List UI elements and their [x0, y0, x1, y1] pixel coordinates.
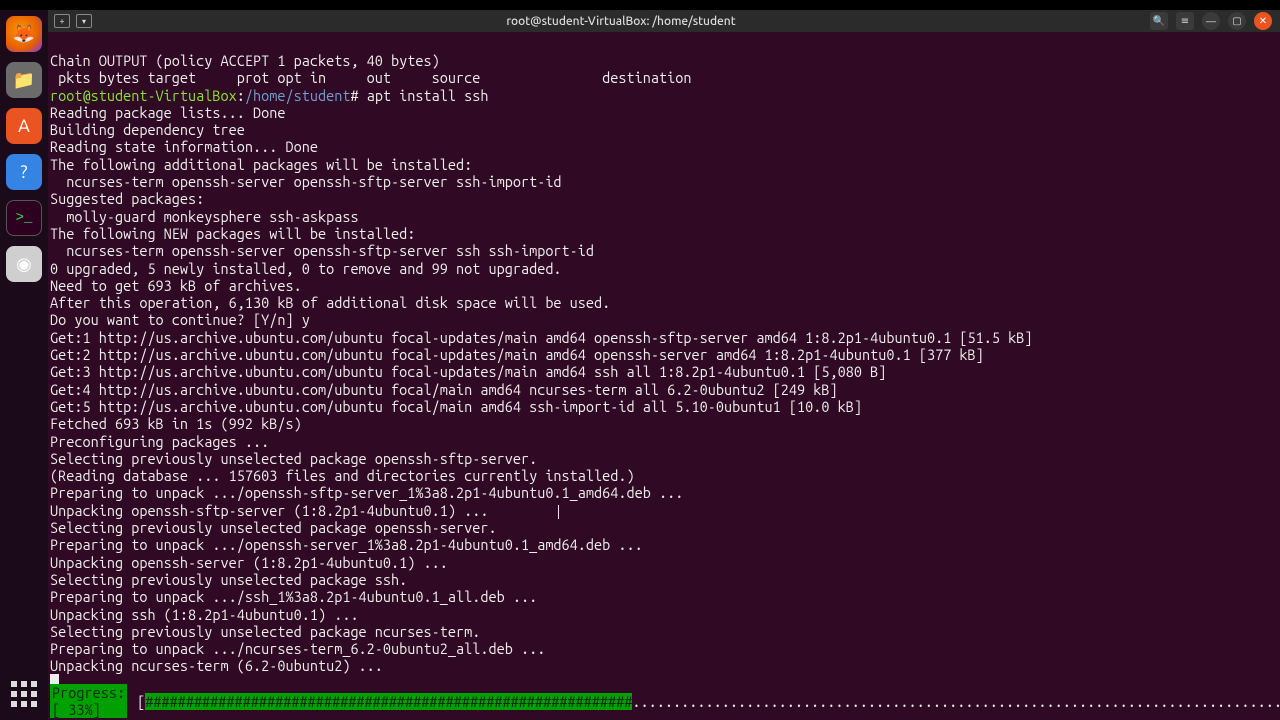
window-title: root@student-VirtualBox: /home/student [92, 15, 1150, 28]
terminal-line: Fetched 693 kB in 1s (992 kB/s) [48, 415, 1280, 432]
terminal-line: Preparing to unpack .../ncurses-term_6.2… [48, 640, 1280, 657]
terminal-line: (Reading database ... 157603 files and d… [48, 467, 1280, 484]
minimize-button[interactable]: — [1202, 12, 1220, 30]
terminal-titlebar: root@student-VirtualBox: /home/student 🔍… [48, 10, 1280, 32]
terminal-line: Selecting previously unselected package … [48, 450, 1280, 467]
terminal-line: molly-guard monkeysphere ssh-askpass [48, 208, 1280, 225]
terminal-line: Unpacking ncurses-term (6.2-0ubuntu2) ..… [48, 657, 1280, 674]
terminal-line: Building dependency tree [48, 121, 1280, 138]
terminal-line: Unpacking openssh-server (1:8.2p1-4ubunt… [48, 554, 1280, 571]
progress-label: Progress: [ 33%] [50, 684, 127, 718]
terminal-output[interactable]: Chain OUTPUT (policy ACCEPT 1 packets, 4… [48, 32, 1280, 720]
terminal-line: Unpacking openssh-sftp-server (1:8.2p1-4… [48, 502, 1280, 519]
search-icon[interactable]: 🔍 [1150, 12, 1168, 30]
firefox-icon[interactable]: 🦊 [6, 16, 42, 52]
ubuntu-dock: 🦊 📁 A ? >_ ◉ [0, 10, 48, 720]
maximize-button[interactable]: ▢ [1228, 12, 1246, 30]
new-tab-button[interactable] [54, 14, 70, 28]
terminal-line: Get:5 http://us.archive.ubuntu.com/ubunt… [48, 398, 1280, 415]
text-caret [558, 505, 559, 519]
terminal-line: Do you want to continue? [Y/n] y [48, 311, 1280, 328]
terminal-icon[interactable]: >_ [6, 200, 42, 236]
terminal-line: Preparing to unpack .../ssh_1%3a8.2p1-4u… [48, 588, 1280, 605]
terminal-line: ncurses-term openssh-server openssh-sftp… [48, 173, 1280, 190]
terminal-line: The following NEW packages will be insta… [48, 225, 1280, 242]
terminal-line: Get:2 http://us.archive.ubuntu.com/ubunt… [48, 346, 1280, 363]
terminal-line: After this operation, 6,130 kB of additi… [48, 294, 1280, 311]
terminal-line: Suggested packages: [48, 190, 1280, 207]
terminal-line: The following additional packages will b… [48, 156, 1280, 173]
terminal-line: Get:4 http://us.archive.ubuntu.com/ubunt… [48, 381, 1280, 398]
terminal-line: Chain OUTPUT (policy ACCEPT 1 packets, 4… [48, 52, 1280, 69]
terminal-line: Selecting previously unselected package … [48, 571, 1280, 588]
terminal-line: Preparing to unpack .../openssh-server_1… [48, 536, 1280, 553]
progress-open: [ [137, 693, 145, 710]
terminal-line: Reading state information... Done [48, 138, 1280, 155]
terminal-line: Get:1 http://us.archive.ubuntu.com/ubunt… [48, 329, 1280, 346]
files-icon[interactable]: 📁 [6, 62, 42, 98]
show-applications-icon[interactable] [6, 676, 42, 712]
terminal-line: Preparing to unpack .../openssh-sftp-ser… [48, 484, 1280, 501]
terminal-line: Selecting previously unselected package … [48, 519, 1280, 536]
terminal-line: ncurses-term openssh-server openssh-sftp… [48, 242, 1280, 259]
terminal-line: Unpacking ssh (1:8.2p1-4ubuntu0.1) ... [48, 606, 1280, 623]
software-icon[interactable]: A [6, 108, 42, 144]
terminal-line: root@student-VirtualBox:/home/student# a… [48, 87, 1280, 104]
close-button[interactable]: ✕ [1254, 12, 1272, 30]
terminal-line: Selecting previously unselected package … [48, 623, 1280, 640]
progress-fill: ########################################… [145, 693, 632, 710]
disk-icon[interactable]: ◉ [6, 246, 42, 282]
terminal-line: pkts bytes target prot opt in out source… [48, 69, 1280, 86]
terminal-line: Need to get 693 kB of archives. [48, 277, 1280, 294]
terminal-line: 0 upgraded, 5 newly installed, 0 to remo… [48, 260, 1280, 277]
gnome-top-panel [0, 0, 1280, 10]
apt-progress: Progress: [ 33%] [ #####################… [48, 692, 1280, 710]
terminal-line: Reading package lists... Done [48, 104, 1280, 121]
terminal-line: Preconfiguring packages ... [48, 433, 1280, 450]
hamburger-menu-icon[interactable]: ≡ [1176, 12, 1194, 30]
terminal-line: Get:3 http://us.archive.ubuntu.com/ubunt… [48, 363, 1280, 380]
help-icon[interactable]: ? [6, 154, 42, 190]
progress-rest: ........................................… [632, 693, 1280, 710]
tab-menu-button[interactable] [76, 14, 92, 28]
